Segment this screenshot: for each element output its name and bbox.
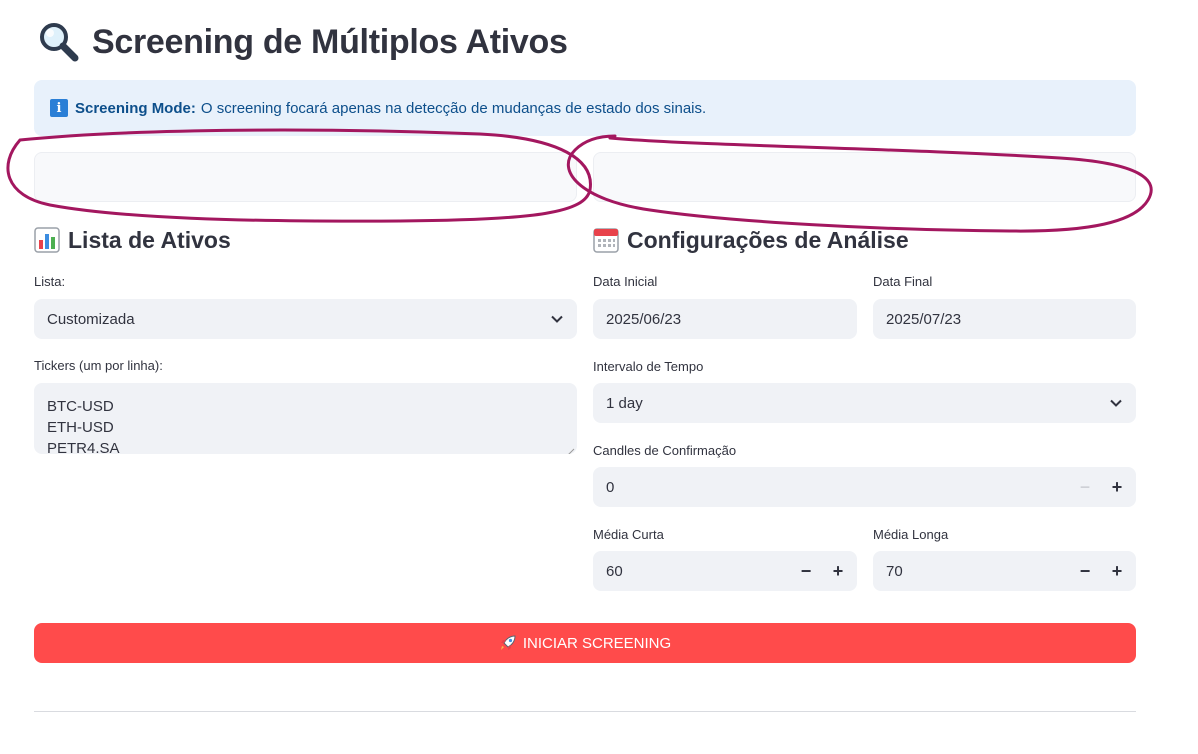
- tickers-label: Tickers (um por linha):: [34, 358, 163, 373]
- list-select-value: Customizada: [47, 310, 135, 328]
- short-ma-label: Média Curta: [593, 527, 664, 542]
- info-alert-label: Screening Mode:: [75, 99, 196, 117]
- page-header: Screening de Múltiplos Ativos: [36, 18, 568, 66]
- decrement-button[interactable]: −: [1070, 551, 1100, 591]
- end-date-label: Data Final: [873, 274, 933, 289]
- chevron-down-icon: [1110, 396, 1122, 408]
- section-configuracoes: Configurações de Análise: [593, 224, 909, 256]
- chevron-down-icon: [551, 312, 563, 324]
- section-title: Lista de Ativos: [68, 226, 231, 253]
- interval-label: Intervalo de Tempo: [593, 359, 704, 374]
- calendar-icon: [593, 227, 619, 253]
- long-ma-label: Média Longa: [873, 527, 949, 542]
- interval-select-value: 1 day: [606, 394, 643, 412]
- confirm-candles-label: Candles de Confirmação: [593, 443, 737, 458]
- magnifying-glass-icon: [36, 20, 80, 64]
- section-lista-de-ativos: Lista de Ativos: [34, 224, 231, 256]
- page-title: Screening de Múltiplos Ativos: [92, 22, 568, 61]
- long-ma-value: 70: [886, 562, 903, 580]
- bar-chart-icon: [34, 227, 60, 253]
- start-screening-button[interactable]: INICIAR SCREENING: [34, 623, 1136, 663]
- info-icon: i: [50, 99, 68, 117]
- tickers-textarea[interactable]: BTC-USD ETH-USD PETR4.SA: [34, 383, 577, 454]
- ticker-line: ETH-USD: [47, 419, 114, 436]
- resize-handle-icon[interactable]: [565, 442, 575, 454]
- divider: [34, 711, 1136, 712]
- increment-button[interactable]: +: [1102, 551, 1132, 591]
- blank-panel-right: [593, 152, 1136, 202]
- confirm-candles-stepper[interactable]: 0 − +: [593, 467, 1136, 507]
- start-date-value: 2025/06/23: [606, 310, 682, 328]
- blank-panel-left: [34, 152, 577, 202]
- interval-select[interactable]: 1 day: [593, 383, 1136, 423]
- info-alert-text: O screening focará apenas na detecção de…: [200, 99, 707, 117]
- start-date-label: Data Inicial: [593, 274, 658, 289]
- end-date-value: 2025/07/23: [886, 310, 962, 328]
- ticker-line: BTC-USD: [47, 398, 114, 415]
- long-ma-stepper[interactable]: 70 − +: [873, 551, 1136, 591]
- start-screening-label: INICIAR SCREENING: [522, 634, 672, 652]
- info-alert: i Screening Mode: O screening focará ape…: [34, 80, 1136, 136]
- end-date-input[interactable]: 2025/07/23: [873, 299, 1136, 339]
- short-ma-value: 60: [606, 562, 623, 580]
- increment-button[interactable]: +: [823, 551, 853, 591]
- short-ma-stepper[interactable]: 60 − +: [593, 551, 857, 591]
- list-select[interactable]: Customizada: [34, 299, 577, 339]
- rocket-icon: [499, 634, 517, 652]
- list-label: Lista:: [34, 274, 66, 289]
- ticker-line: PETR4.SA: [47, 440, 120, 454]
- confirm-candles-value: 0: [606, 478, 615, 496]
- decrement-button[interactable]: −: [1070, 467, 1100, 507]
- increment-button[interactable]: +: [1102, 467, 1132, 507]
- start-date-input[interactable]: 2025/06/23: [593, 299, 857, 339]
- decrement-button[interactable]: −: [791, 551, 821, 591]
- section-title: Configurações de Análise: [627, 226, 909, 253]
